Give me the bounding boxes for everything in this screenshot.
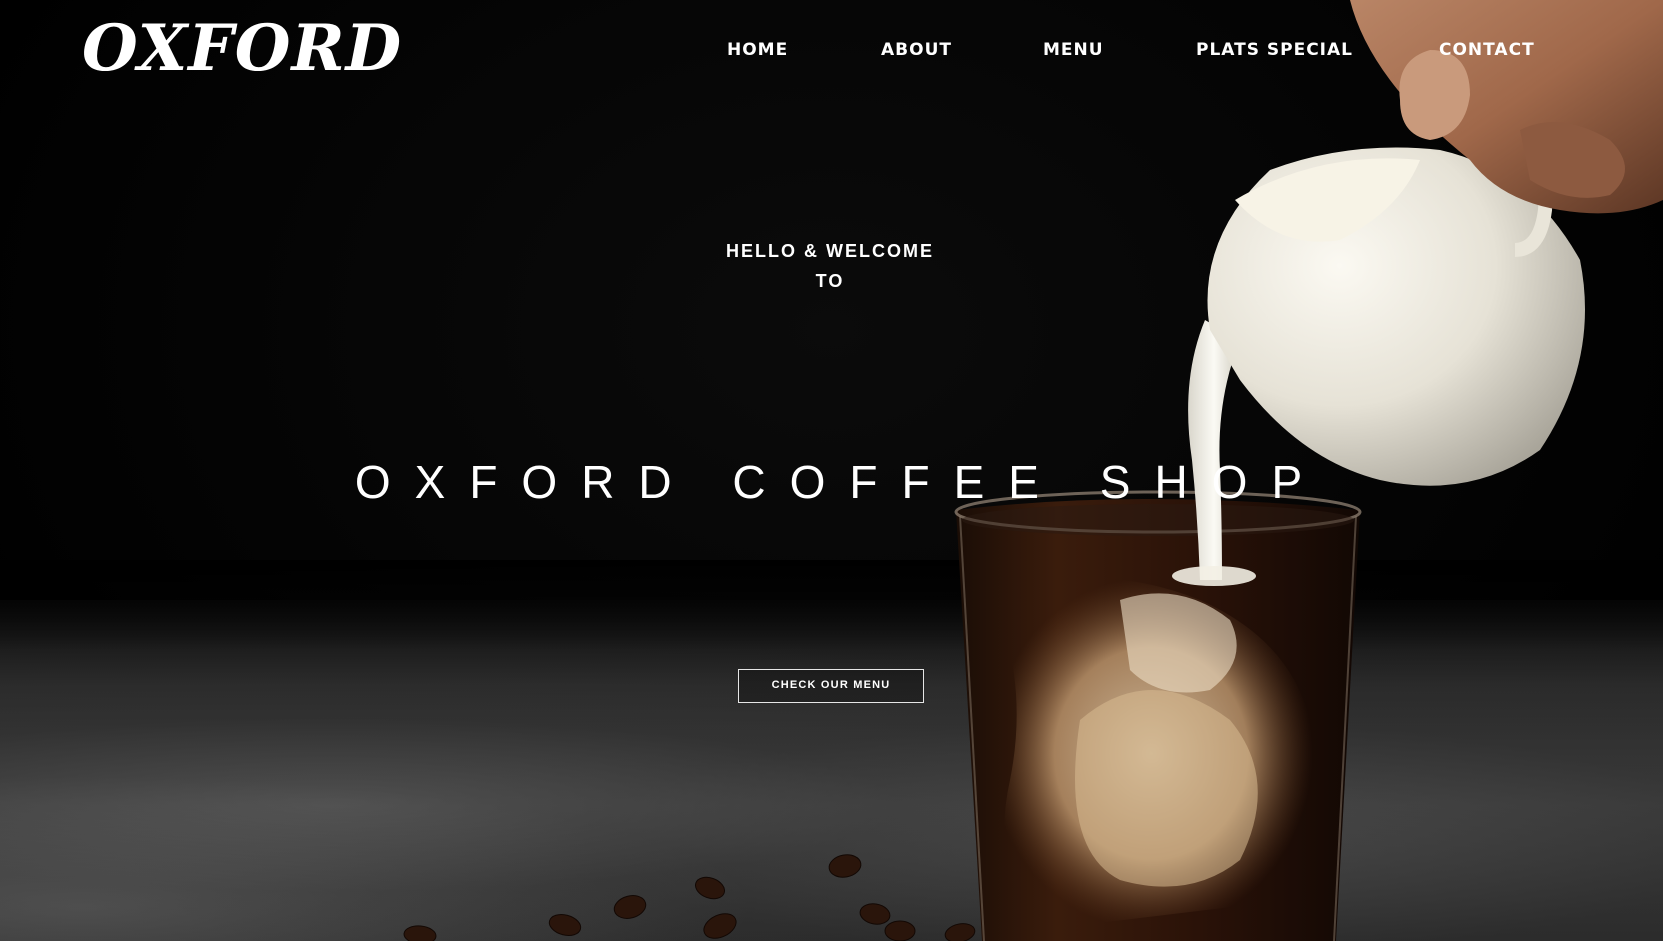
nav-link-menu[interactable]: MENU <box>1043 38 1104 62</box>
nav-link-about[interactable]: ABOUT <box>881 38 952 62</box>
main-nav: HOME ABOUT MENU PLATS SPECIAL CONTACT <box>0 38 1663 62</box>
welcome-line-1: HELLO & WELCOME <box>726 241 934 261</box>
nav-link-plats-special[interactable]: PLATS SPECIAL <box>1196 38 1353 62</box>
nav-link-contact[interactable]: CONTACT <box>1439 38 1535 62</box>
welcome-line-2: TO <box>815 271 845 291</box>
check-menu-button[interactable]: CHECK OUR MENU <box>738 669 924 703</box>
coffee-beans <box>403 854 976 941</box>
nav-link-home[interactable]: HOME <box>727 38 788 62</box>
landing-page: OXFORD HOME ABOUT MENU PLATS SPECIAL CON… <box>0 0 1663 941</box>
coffee-glass <box>954 490 1362 941</box>
hero-title: OXFORD COFFEE SHOP <box>354 456 1327 508</box>
site-header: OXFORD HOME ABOUT MENU PLATS SPECIAL CON… <box>0 0 1663 100</box>
welcome-text: HELLO & WELCOME TO <box>680 236 980 296</box>
